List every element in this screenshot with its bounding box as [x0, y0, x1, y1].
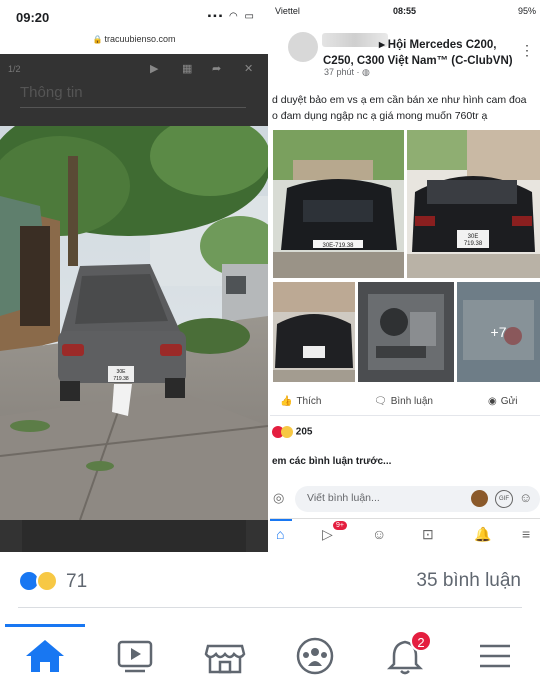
- viewer-bottom-bar: [0, 520, 268, 552]
- marketplace-icon[interactable]: [200, 634, 250, 678]
- grid-icon[interactable]: ▦: [182, 62, 192, 75]
- comment-label: Bình luận: [390, 396, 433, 407]
- post-photo-front[interactable]: 30E-719.38: [273, 130, 404, 278]
- signal-wifi-battery-icon: ▪▪▪ ◠ ▭: [207, 11, 256, 22]
- left-screenshot: 09:20 ▪▪▪ ◠ ▭ 🔒 tracuubienso.com 1/2 ▶ ▦ …: [0, 0, 268, 552]
- view-previous-comments[interactable]: em các bình luận trước...: [272, 456, 391, 467]
- globe-icon: ◍: [362, 67, 370, 77]
- battery-label: 95%: [517, 6, 536, 16]
- bottom-reaction-count: 71: [66, 571, 88, 592]
- notification-badge: 2: [410, 630, 432, 652]
- plate-front-text: 30E-719.38: [322, 243, 354, 249]
- more-photos-count[interactable]: +7: [457, 282, 540, 382]
- post-text: d duyệt bảo em vs ạ em cần bán xe như hì…: [272, 94, 527, 122]
- lock-icon: 🔒: [92, 35, 103, 44]
- pages-icon[interactable]: ⊡: [422, 526, 434, 543]
- url-text: tracuubienso.com: [104, 34, 176, 44]
- post-age: 37 phút: [324, 67, 355, 77]
- active-tab-indicator: [5, 624, 85, 627]
- like-button[interactable]: 👍 Thích: [280, 396, 321, 407]
- divider: [18, 607, 522, 608]
- svg-text:30E: 30E: [468, 234, 479, 240]
- reaction-count: 205: [295, 426, 313, 438]
- avatar-sticker-icon[interactable]: [471, 490, 488, 507]
- arrow-right-icon: ▸: [379, 39, 385, 51]
- group-name-text: Hội Mercedes C200, C250, C300 Việt Nam™ …: [323, 39, 513, 67]
- thumbs-up-icon: 👍: [280, 396, 293, 407]
- home-icon[interactable]: ⌂: [276, 526, 284, 542]
- haha-reaction-icon: [281, 426, 293, 438]
- viewer-title: Thông tin: [20, 84, 83, 101]
- right-tab-bar: ⌂ ▷ 9+ ☺ ⊡ 🔔 ≡: [270, 518, 540, 552]
- group-name[interactable]: ▸ Hội Mercedes C200, C250, C300 Việt Nam™…: [323, 37, 523, 69]
- right-screenshot: Viettel 08:55 95% ▸ Hội Mercedes C200, C2…: [270, 0, 540, 552]
- comment-composer: ◎ Viết bình luận... GIF ☺: [270, 484, 540, 514]
- left-status-bar: 09:20 ▪▪▪ ◠ ▭: [0, 0, 268, 34]
- groups-icon[interactable]: [290, 634, 340, 678]
- share-icon[interactable]: ➦: [212, 62, 221, 75]
- right-status-bar: Viettel 08:55 95%: [270, 0, 540, 22]
- haha-reaction-icon: [36, 570, 58, 592]
- video-icon[interactable]: [110, 634, 160, 678]
- emoji-icon[interactable]: ☺: [519, 490, 532, 505]
- more-options-icon[interactable]: ⋮: [520, 42, 534, 59]
- home-icon[interactable]: [20, 634, 70, 678]
- page-indicator: 1/2: [8, 64, 21, 74]
- right-status-time: 08:55: [393, 6, 417, 16]
- bottom-comment-count[interactable]: 35 bình luận: [416, 570, 521, 592]
- post-photo-rear[interactable]: 30E 719.38: [407, 130, 540, 278]
- svg-text:719.38: 719.38: [464, 241, 483, 247]
- share-button[interactable]: ◉ Gửi: [488, 396, 517, 407]
- left-status-time: 09:20: [16, 10, 50, 25]
- post-meta: 37 phút · ◍: [324, 67, 370, 77]
- bell-icon[interactable]: 🔔: [474, 526, 491, 543]
- comment-placeholder: Viết bình luận...: [307, 492, 380, 504]
- active-tab-indicator: [270, 519, 292, 521]
- svg-text:30E: 30E: [117, 369, 127, 375]
- carrier-label: Viettel: [275, 6, 300, 16]
- post-actions: 👍 Thích 🗨 Bình luận ◉ Gửi: [270, 392, 540, 416]
- crash-photo: 30E 719.38: [0, 126, 268, 520]
- video-badge: 9+: [333, 521, 347, 530]
- reaction-summary[interactable]: 205: [272, 426, 312, 438]
- post-photo-rear-2[interactable]: [273, 282, 355, 382]
- camera-icon[interactable]: ◎: [273, 490, 284, 506]
- address-bar[interactable]: 🔒 tracuubienso.com: [0, 34, 268, 54]
- avatar[interactable]: [288, 32, 318, 62]
- play-icon[interactable]: ▶: [150, 62, 158, 75]
- title-underline: [20, 107, 246, 108]
- comment-icon: 🗨: [374, 396, 387, 407]
- comment-input[interactable]: Viết bình luận... GIF ☺: [295, 486, 540, 512]
- comment-button[interactable]: 🗨 Bình luận: [374, 396, 433, 407]
- post-photo-engine[interactable]: [358, 282, 454, 382]
- video-icon[interactable]: ▷: [322, 526, 333, 543]
- like-label: Thích: [296, 396, 322, 407]
- menu-icon[interactable]: ≡: [522, 526, 530, 542]
- viewer-toolbar: 1/2 ▶ ▦ ➦ ✕ Thông tin: [0, 54, 268, 126]
- svg-text:719.38: 719.38: [113, 376, 129, 382]
- close-icon[interactable]: ✕: [244, 62, 253, 75]
- gif-icon[interactable]: GIF: [495, 490, 513, 508]
- share-label: Gửi: [500, 396, 518, 407]
- groups-icon[interactable]: ☺: [372, 526, 386, 542]
- menu-icon[interactable]: [470, 634, 520, 678]
- messenger-icon: ◉: [488, 396, 497, 407]
